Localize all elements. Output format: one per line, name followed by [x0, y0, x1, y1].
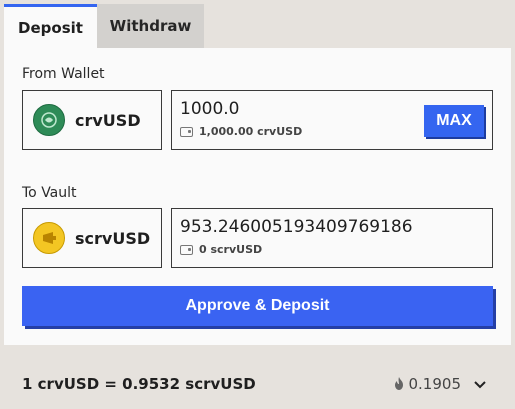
max-button[interactable]: MAX — [424, 105, 484, 137]
to-amount-input[interactable] — [180, 217, 480, 237]
apy-value: 0.1905 — [408, 375, 462, 393]
wallet-icon — [180, 244, 193, 255]
to-vault-label: To Vault — [22, 185, 77, 201]
to-balance: 0 scrvUSD — [180, 243, 262, 256]
from-token-name: crvUSD — [75, 110, 141, 130]
from-amount-box: 1,000.00 crvUSD MAX — [171, 90, 493, 150]
footer-rate-row: 1 crvUSD = 0.9532 scrvUSD 0.1905 — [4, 366, 511, 402]
from-token-selector[interactable]: crvUSD — [22, 90, 162, 150]
approve-deposit-button[interactable]: Approve & Deposit — [22, 286, 493, 326]
to-token-selector[interactable]: scrvUSD — [22, 208, 162, 268]
chevron-down-icon[interactable] — [471, 375, 489, 393]
wallet-icon — [180, 126, 193, 137]
crvusd-coin-icon — [33, 104, 65, 136]
from-wallet-label: From Wallet — [22, 66, 105, 82]
to-balance-text: 0 scrvUSD — [199, 243, 263, 256]
tab-deposit[interactable]: Deposit — [4, 4, 97, 48]
to-token-name: scrvUSD — [75, 228, 151, 248]
from-balance: 1,000.00 crvUSD — [180, 125, 302, 138]
exchange-rate: 1 crvUSD = 0.9532 scrvUSD — [22, 375, 256, 393]
apy-info: 0.1905 — [393, 375, 490, 393]
flame-icon — [394, 377, 403, 390]
scrvusd-coin-icon — [33, 222, 65, 254]
tab-withdraw[interactable]: Withdraw — [97, 4, 204, 48]
to-amount-box: 0 scrvUSD — [171, 208, 493, 268]
from-amount-input[interactable] — [180, 99, 420, 119]
deposit-panel: From Wallet crvUSD 1,000.00 crvUSD MAX T… — [4, 48, 511, 345]
from-balance-text: 1,000.00 crvUSD — [199, 125, 303, 138]
tab-bar: Deposit Withdraw — [4, 4, 204, 48]
